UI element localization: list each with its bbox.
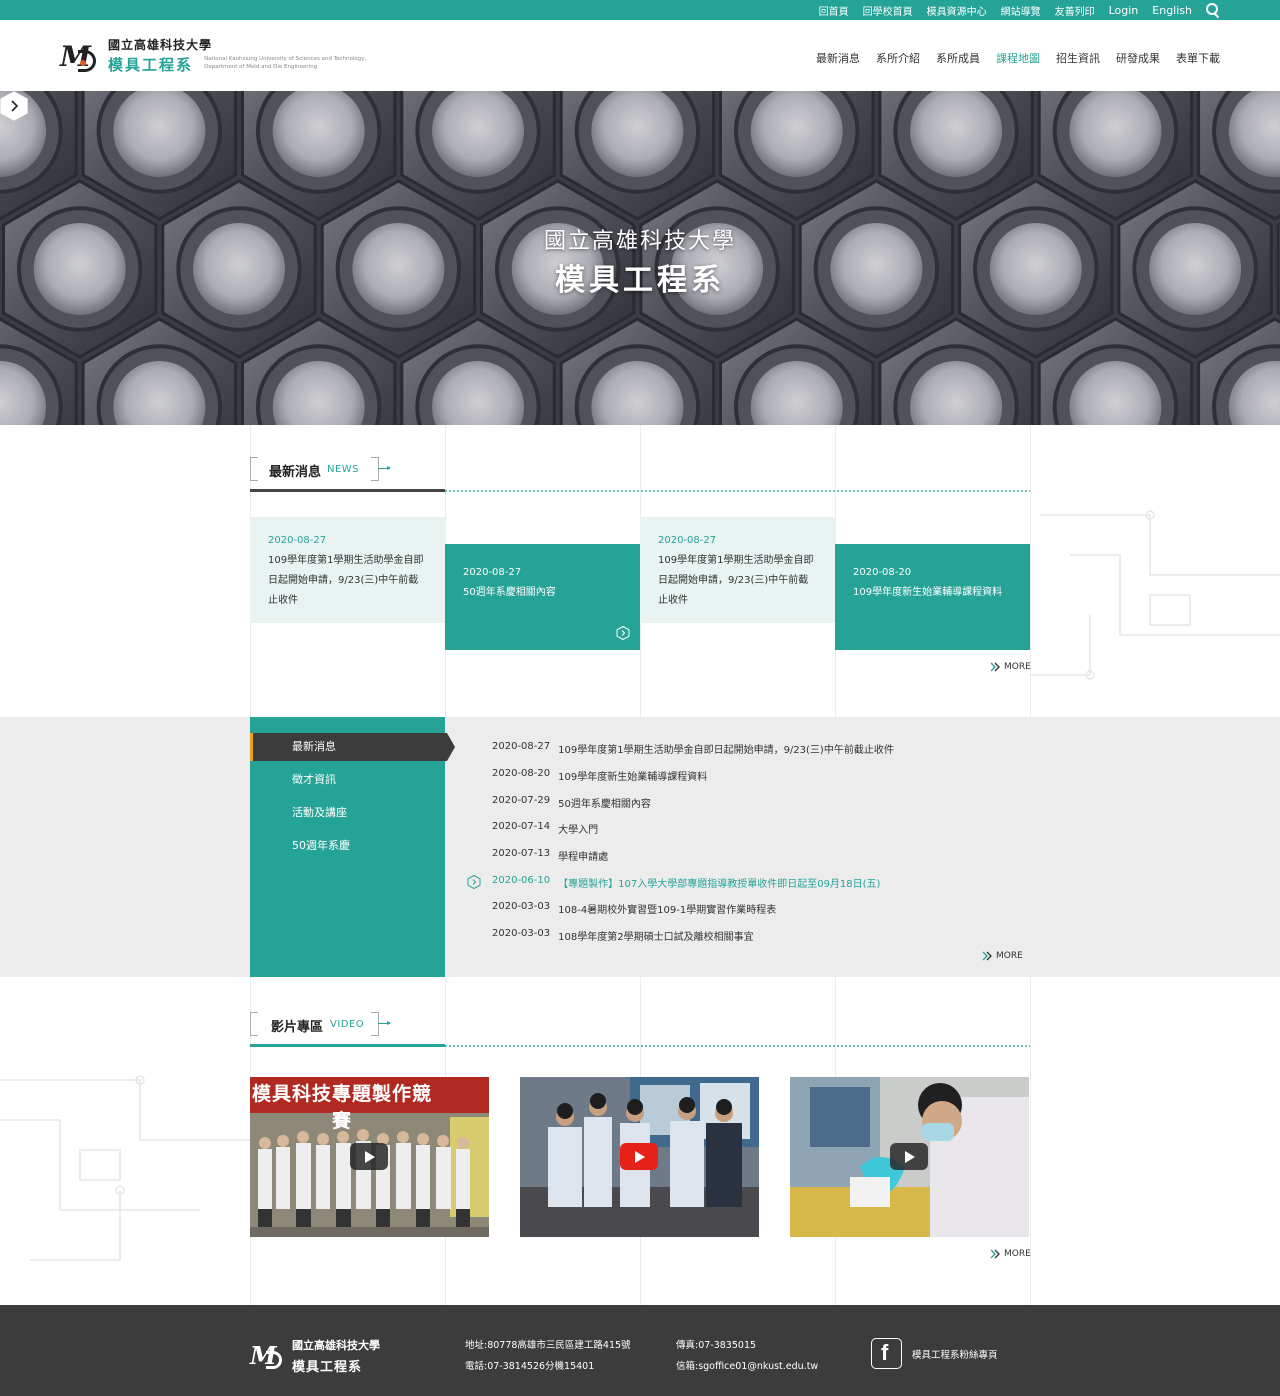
news-card-date: 2020-08-27 [658,535,717,546]
play-icon[interactable] [890,1143,928,1170]
video-thumbnail-3[interactable] [790,1077,1029,1237]
footer-address: 地址:80778高雄市三民區建工路415號 [465,1340,631,1351]
logo-text: 國立高雄科技大學 模具工程系 National Kaohsiung Univer… [108,36,366,75]
news-card-1[interactable]: 2020-08-27 109學年度第1學期生活助學金自即日起開始申請，9/23(… [250,517,445,623]
play-icon[interactable] [350,1143,388,1170]
list-item[interactable]: 2020-07-29 50週年系慶相關內容 [492,795,651,810]
md-logo-icon: M [60,38,102,74]
nav-news[interactable]: 最新消息 [816,50,860,66]
facebook-fanpage-link[interactable]: 模具工程系粉絲專頁 [912,1347,998,1361]
video-banner-text: 模具科技專題製作競賽 [251,1083,432,1132]
play-icon[interactable] [620,1143,658,1170]
hero-banner: 國立高雄科技大學 模具工程系 [0,91,1280,425]
news-card-2[interactable]: 2020-08-27 50週年系慶相關內容 [445,544,640,650]
video-more-link[interactable]: MORE [990,1249,1031,1259]
main-nav: 最新消息 系所介紹 系所成員 課程地圖 招生資訊 研發成果 表單下載 [816,50,1220,66]
hero-title-line2: 模具工程系 [555,263,725,298]
video-thumbnail-1[interactable]: 模具科技專題製作競賽 [250,1077,489,1237]
news-section-subtitle: NEWS [327,464,360,475]
news-more-link[interactable]: MORE [990,662,1031,672]
double-chevron-icon [982,951,992,961]
print-link[interactable]: 友善列印 [1055,3,1095,18]
news-card-title: 109學年度第1學期生活助學金自即日起開始申請，9/23(三)中午前截止收件 [658,555,814,606]
list-item[interactable]: 2020-03-03 108學年度第2學期碩士口試及離校相關事宜 [492,928,754,943]
footer-logo[interactable]: M 國立高雄科技大學 模具工程系 [250,1337,380,1375]
tab-latest-news[interactable]: 最新消息 [250,733,455,761]
circuit-decoration-right [1030,510,1280,680]
hex-arrow-icon [467,875,481,889]
news-list-more-link[interactable]: MORE [982,951,1023,961]
logo-university-name: 國立高雄科技大學 [108,38,213,52]
list-item[interactable]: 2020-07-14 大學入門 [492,821,598,836]
page: 回首頁 回學校首頁 模具資源中心 網站導覽 友善列印 Login English… [0,0,1280,1396]
site-logo[interactable]: M 國立高雄科技大學 模具工程系 National Kaohsiung Univ… [60,36,366,75]
facebook-icon[interactable]: f [871,1338,902,1369]
footer-phone: 電話:07-3814526分機15401 [465,1361,595,1372]
nav-admissions[interactable]: 招生資訊 [1056,50,1100,66]
tab-50th-anniversary[interactable]: 50週年系慶 [250,832,445,860]
site-footer: M 國立高雄科技大學 模具工程系 地址:80778高雄市三民區建工路415號 電… [0,1305,1280,1396]
school-home-link[interactable]: 回學校首頁 [863,3,913,18]
logo-english-name: National Kaohsiung University of Science… [204,56,367,70]
sitemap-link[interactable]: 網站導覽 [1001,3,1041,18]
double-chevron-icon [990,1249,1000,1259]
footer-university-name: 國立高雄科技大學 [292,1339,380,1352]
list-item[interactable]: 2020-03-03 108-4暑期校外實習暨109-1學期實習作業時程表 [492,901,776,916]
video-thumbnail-2[interactable] [520,1077,759,1237]
footer-email[interactable]: 信箱:sgoffice01@nkust.edu.tw [676,1358,818,1372]
news-section-header: 最新消息 NEWS [250,457,1030,497]
tab-recruitment[interactable]: 徵才資訊 [250,766,445,794]
nav-members[interactable]: 系所成員 [936,50,980,66]
double-chevron-icon [990,662,1000,672]
nav-research[interactable]: 研發成果 [1116,50,1160,66]
site-header: M 國立高雄科技大學 模具工程系 National Kaohsiung Univ… [0,20,1280,91]
news-card-3[interactable]: 2020-08-27 109學年度第1學期生活助學金自即日起開始申請，9/23(… [640,517,835,623]
news-section-title: 最新消息 [269,465,322,480]
md-logo-icon: M [250,1341,288,1371]
hex-arrow-icon[interactable] [616,626,630,640]
footer-department-name: 模具工程系 [292,1360,363,1375]
utility-links: 回首頁 回學校首頁 模具資源中心 網站導覽 友善列印 Login English [819,0,1220,20]
home-link[interactable]: 回首頁 [819,3,849,18]
video-section-title: 影片專區 [271,1020,324,1035]
list-item[interactable]: 2020-08-27 109學年度第1學期生活助學金自即日起開始申請，9/23(三… [492,741,894,756]
news-card-4[interactable]: 2020-08-20 109學年度新生始業輔導課程資料 [835,544,1030,650]
search-icon[interactable] [1206,3,1220,17]
nav-forms[interactable]: 表單下載 [1176,50,1220,66]
nav-curriculum-map[interactable]: 課程地圖 [996,50,1040,66]
footer-fax: 傳真:07-3835015 [676,1340,757,1351]
news-card-date: 2020-08-20 [853,567,912,578]
arrow-right-icon [378,1021,391,1025]
news-card-date: 2020-08-27 [268,535,327,546]
arrow-right-icon [378,466,391,470]
top-utility-bar: 回首頁 回學校首頁 模具資源中心 網站導覽 友善列印 Login English [0,0,1280,20]
logo-department-name: 模具工程系 [108,56,194,74]
hero-title-line1: 國立高雄科技大學 [543,229,736,254]
circuit-decoration-left [0,1075,250,1261]
video-section-header: 影片專區 VIDEO [250,1012,1030,1052]
list-item[interactable]: 2020-08-20 109學年度新生始業輔導課程資料 [492,768,707,783]
list-item[interactable]: 2020-07-13 學程申請處 [492,848,608,863]
tab-events-lectures[interactable]: 活動及講座 [250,799,445,827]
news-card-title: 109學年度第1學期生活助學金自即日起開始申請，9/23(三)中午前截止收件 [268,555,424,606]
mold-resource-link[interactable]: 模具資源中心 [927,3,987,18]
news-card-title: 109學年度新生始業輔導課程資料 [853,587,1003,598]
carousel-next-icon[interactable] [0,91,28,121]
english-link[interactable]: English [1152,4,1192,17]
news-card-date: 2020-08-27 [463,567,522,578]
list-item-highlighted[interactable]: 2020-06-10 【專題製作】107入學大學部專題指導教授單收件即日起至09月… [492,875,880,890]
news-card-title: 50週年系慶相關內容 [463,587,556,598]
nav-about[interactable]: 系所介紹 [876,50,920,66]
login-link[interactable]: Login [1109,4,1139,17]
video-section-subtitle: VIDEO [330,1019,365,1030]
